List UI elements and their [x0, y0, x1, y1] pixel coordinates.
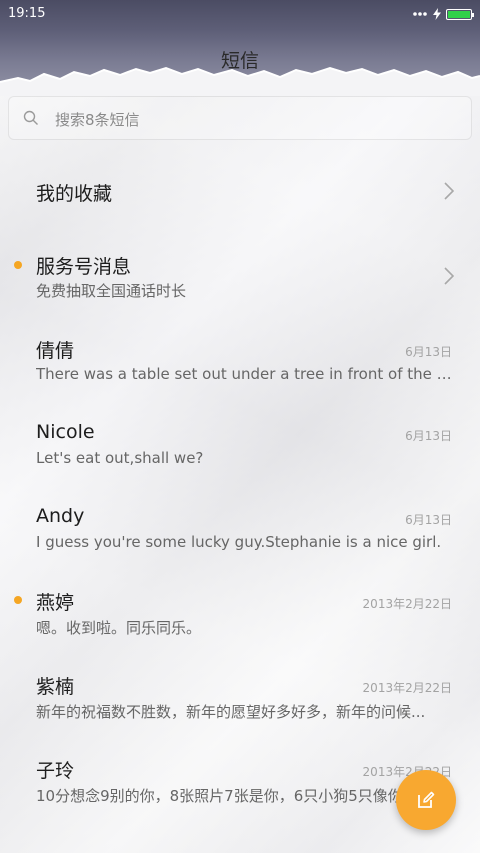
charging-bolt-icon	[433, 8, 441, 20]
conversation-preview: 新年的祝福数不胜数，新年的愿望好多好多，新年的问候...	[36, 703, 426, 721]
conversation-item[interactable]: 紫楠 2013年2月22日 新年的祝福数不胜数，新年的愿望好多好多，新年的问候.…	[0, 654, 480, 738]
conversation-name: 倩倩	[36, 340, 75, 362]
status-bar: 19:15	[0, 0, 480, 28]
list-item-favorites[interactable]: 我的收藏	[0, 150, 480, 234]
list-item-service-messages[interactable]: 服务号消息 免费抽取全国通话时长	[0, 234, 480, 318]
compose-button[interactable]	[396, 770, 456, 830]
conversation-preview: Let's eat out,shall we?	[36, 449, 204, 467]
conversation-date: 6月13日	[405, 429, 452, 443]
page-title: 短信	[220, 50, 259, 72]
chevron-right-icon	[444, 182, 454, 200]
conversation-date: 2013年2月22日	[362, 681, 452, 695]
conversation-item[interactable]: Andy 6月13日 I guess you're some lucky guy…	[0, 486, 480, 570]
conversation-item[interactable]: Nicole 6月13日 Let's eat out,shall we?	[0, 402, 480, 486]
unread-dot	[14, 261, 22, 269]
signal-dots-icon	[413, 12, 427, 16]
compose-icon	[418, 791, 435, 808]
search-placeholder: 搜索8条短信	[55, 111, 140, 129]
conversation-date: 6月13日	[405, 345, 452, 359]
conversation-name: 子玲	[36, 760, 75, 782]
search-input[interactable]: 搜索8条短信	[8, 96, 472, 140]
conversation-date: 6月13日	[405, 513, 452, 527]
conversation-name: 燕婷	[36, 592, 75, 614]
conversation-name: Nicole	[36, 421, 95, 443]
status-time: 19:15	[8, 6, 46, 21]
conversation-preview: 10分想念9别的你，8张照片7张是你，6只小狗5只像你	[36, 787, 403, 805]
status-icons	[412, 6, 474, 22]
conversation-date: 2013年2月22日	[362, 597, 452, 611]
unread-dot	[14, 596, 22, 604]
battery-icon	[446, 8, 474, 20]
conversation-preview: 免费抽取全国通话时长	[36, 282, 187, 300]
chevron-right-icon	[444, 267, 454, 285]
conversation-name: 我的收藏	[36, 183, 113, 205]
conversation-name: 紫楠	[36, 676, 75, 698]
conversation-preview: I guess you're some lucky guy.Stephanie …	[36, 533, 442, 551]
conversation-name: 服务号消息	[36, 256, 132, 278]
search-icon	[23, 110, 38, 125]
conversation-item[interactable]: 倩倩 6月13日 There was a table set out under…	[0, 318, 480, 402]
conversation-preview: 嗯。收到啦。同乐同乐。	[36, 619, 202, 637]
conversation-name: Andy	[36, 505, 85, 527]
conversation-item[interactable]: 燕婷 2013年2月22日 嗯。收到啦。同乐同乐。	[0, 570, 480, 654]
conversation-preview: There was a table set out under a tree i…	[36, 365, 454, 383]
